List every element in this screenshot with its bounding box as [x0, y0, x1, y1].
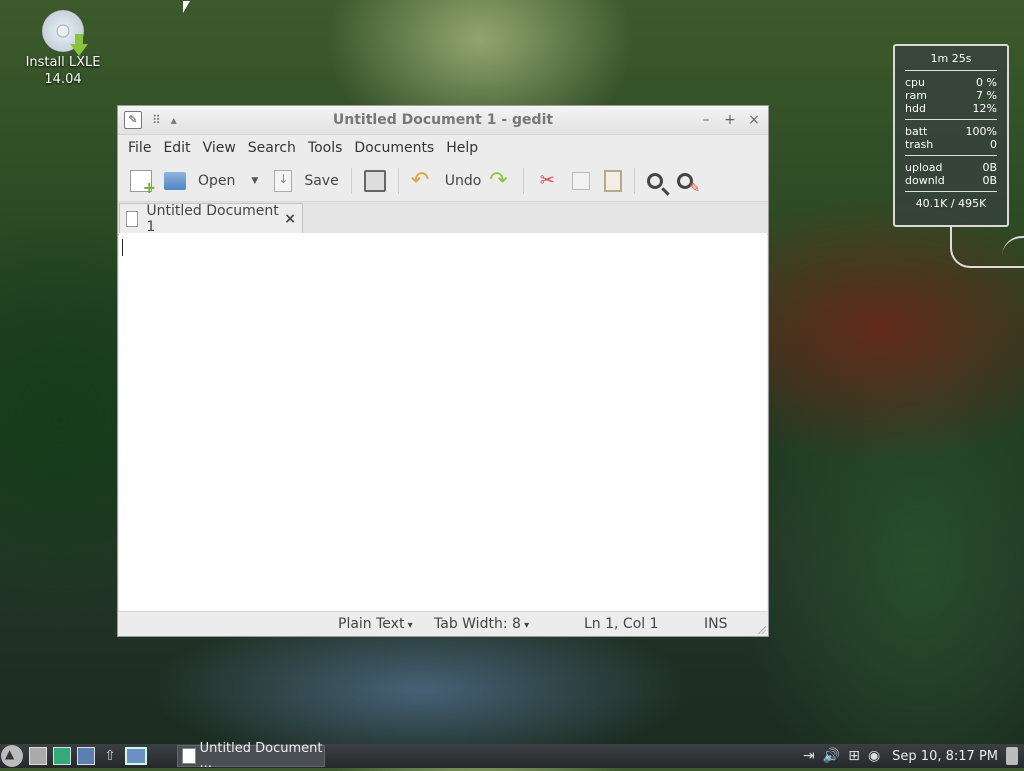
tab-width-selector[interactable]: Tab Width: 8	[434, 616, 529, 632]
copy-icon	[572, 172, 591, 190]
menu-tools[interactable]: Tools	[302, 140, 349, 156]
text-editor-area[interactable]	[119, 233, 767, 612]
arrow-up-icon[interactable]: ⇧	[101, 747, 119, 765]
show-desktop-icon[interactable]	[125, 747, 147, 765]
redo-icon: ↷	[489, 168, 508, 193]
open-recent-dropdown[interactable]: ▼	[251, 176, 258, 186]
exit-icon[interactable]: ⇥	[803, 748, 815, 764]
undo-button[interactable]: ↶ Undo	[407, 165, 486, 197]
title-bar[interactable]: ✎ ⠿ ▴ Untitled Document 1 - gedit – + ×	[118, 106, 768, 135]
print-button[interactable]	[360, 165, 390, 197]
folder-icon	[164, 172, 186, 190]
find-replace-button[interactable]	[673, 165, 700, 197]
mouse-cursor-icon	[183, 1, 190, 13]
insert-mode: INS	[704, 616, 728, 632]
undo-label: Undo	[444, 173, 482, 189]
close-window-button[interactable]: ×	[748, 112, 760, 128]
task-label: Untitled Document ...	[199, 741, 323, 771]
shade-up-icon[interactable]: ▴	[171, 113, 177, 127]
update-icon[interactable]: ◉	[868, 748, 880, 764]
stat-row-download: downld 0B	[905, 174, 997, 187]
window-switcher-icon[interactable]	[77, 747, 95, 765]
tab-untitled-document-1[interactable]: Untitled Document 1 ×	[119, 203, 303, 235]
toolbar-separator	[634, 168, 636, 194]
menu-file[interactable]: File	[122, 140, 157, 156]
save-icon	[274, 170, 293, 192]
search-icon	[647, 173, 664, 189]
document-tabs: Untitled Document 1 ×	[118, 202, 768, 235]
find-replace-icon	[677, 173, 700, 196]
menu-documents[interactable]: Documents	[348, 140, 440, 156]
resize-grip[interactable]	[758, 626, 766, 634]
toolbar: Open ▼ Save ↶ Undo ↷ ✂	[118, 161, 768, 202]
language-selector[interactable]: Plain Text	[338, 616, 413, 632]
trash-icon[interactable]	[1006, 747, 1018, 765]
window-menu-icon[interactable]: ✎	[124, 111, 142, 129]
network-icon[interactable]: ⊞	[848, 748, 860, 764]
open-button[interactable]: Open	[160, 165, 239, 197]
network-total: 40.1K / 495K	[915, 197, 987, 210]
window-title: Untitled Document 1 - gedit	[332, 112, 554, 128]
stat-row-ram: ram 7 %	[905, 89, 997, 102]
new-document-icon	[130, 170, 156, 197]
calculator-launcher-icon[interactable]	[29, 747, 47, 765]
save-label: Save	[304, 173, 339, 189]
maximize-button[interactable]: +	[724, 112, 736, 128]
text-caret	[122, 239, 123, 256]
tab-label: Untitled Document 1	[146, 203, 279, 235]
clipboard-icon	[604, 170, 623, 192]
system-monitor-widget: 1m 25s cpu 0 % ram 7 % hdd 12% batt 100% tra…	[893, 44, 1009, 227]
widget-cable-decoration	[950, 226, 1024, 268]
printer-icon	[363, 170, 386, 192]
minimize-button[interactable]: –	[700, 112, 712, 128]
gedit-window: ✎ ⠿ ▴ Untitled Document 1 - gedit – + × …	[117, 105, 769, 637]
find-button[interactable]	[643, 165, 667, 197]
menu-edit[interactable]: Edit	[157, 140, 196, 156]
system-tray: ⇥ 🔊 ⊞ ◉ Sep 10, 8:17 PM	[803, 747, 1018, 765]
undo-icon: ↶	[410, 168, 430, 193]
stat-row-batt: batt 100%	[905, 125, 997, 138]
menu-bar: File Edit View Search Tools Documents He…	[118, 135, 768, 161]
stat-row-trash: trash 0	[905, 138, 997, 151]
close-tab-icon[interactable]: ×	[284, 211, 296, 227]
stat-row-cpu: cpu 0 %	[905, 76, 997, 89]
taskbar-task-gedit[interactable]: Untitled Document ...	[177, 741, 325, 771]
cd-install-icon	[42, 10, 88, 56]
scissors-icon: ✂	[539, 170, 555, 191]
document-icon	[126, 211, 139, 227]
volume-icon[interactable]: 🔊	[823, 748, 840, 764]
menu-view[interactable]: View	[197, 140, 242, 156]
new-document-button[interactable]	[126, 165, 156, 197]
cursor-position: Ln 1, Col 1	[584, 616, 659, 632]
toolbar-separator	[523, 168, 525, 194]
desktop-icon-install-lxle[interactable]: Install LXLE 14.04	[18, 10, 108, 88]
clock[interactable]: Sep 10, 8:17 PM	[892, 749, 998, 764]
uptime: 1m 25s	[930, 52, 972, 65]
toolbar-separator	[397, 168, 399, 194]
copy-button[interactable]	[568, 165, 594, 197]
toolbar-separator	[350, 168, 352, 194]
taskbar: ⇧ Untitled Document ... ⇥ 🔊 ⊞ ◉ Sep 10, …	[0, 741, 1024, 771]
menu-help[interactable]: Help	[440, 140, 484, 156]
start-menu-button[interactable]	[1, 745, 23, 767]
desktop-icon-label: Install LXLE 14.04	[25, 55, 101, 87]
stat-row-upload: upload 0B	[905, 161, 997, 174]
system-monitor-launcher-icon[interactable]	[53, 747, 71, 765]
redo-button[interactable]: ↷	[485, 165, 515, 197]
cut-button[interactable]: ✂	[532, 165, 562, 197]
sticky-icon[interactable]: ⠿	[152, 113, 161, 127]
menu-search[interactable]: Search	[242, 140, 302, 156]
paste-button[interactable]	[600, 165, 626, 197]
stat-row-hdd: hdd 12%	[905, 102, 997, 115]
save-button[interactable]: Save	[270, 165, 342, 197]
open-label: Open	[198, 173, 236, 189]
gedit-task-icon	[182, 748, 196, 764]
status-bar: Plain Text Tab Width: 8 Ln 1, Col 1 INS	[118, 611, 768, 636]
